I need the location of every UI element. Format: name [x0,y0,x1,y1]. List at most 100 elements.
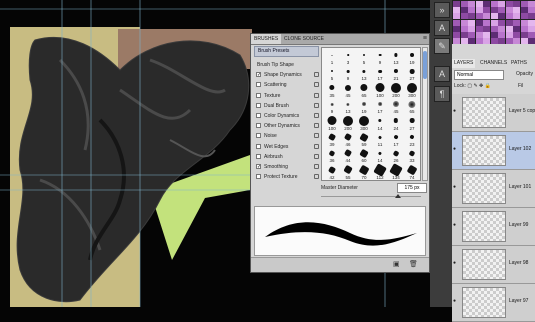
lock-icon[interactable] [314,102,319,108]
color-swatch[interactable] [528,25,535,32]
brush-preset-cell[interactable]: 100 [324,115,340,131]
brush-preset-grid[interactable]: 1 3 5 9 13 19 5 9 13 17 21 27 35 45 65 100 200 300 9 13 19 17… [321,47,421,181]
brush-preset-cell[interactable]: 23 [404,131,420,147]
tab-layers[interactable]: LAYERS [452,59,476,68]
brush-preset-cell[interactable]: 44 [340,147,356,163]
color-swatch[interactable] [468,7,475,14]
brush-preset-cell[interactable]: 74 [404,164,420,180]
lock-icon[interactable]: ▢ ✎ ✥ 🔒 [467,83,491,89]
color-swatch[interactable] [505,7,513,14]
brush-preset-cell[interactable]: 5 [324,65,340,81]
eye-icon[interactable]: ● [453,260,458,266]
color-swatch[interactable] [520,25,528,32]
layer-row[interactable]: ● Layer 102 [452,132,535,170]
brush-preset-cell[interactable]: 134 [388,162,404,180]
brush-preset-cell[interactable]: 13 [356,65,372,81]
blend-mode-select[interactable]: Normal [454,70,504,80]
color-swatch[interactable] [453,19,460,26]
brush-preset-cell[interactable]: 200 [340,115,356,131]
brush-preset-cell[interactable]: 11 [372,131,388,147]
option-checkbox[interactable]: ✓ [256,72,261,78]
color-swatch[interactable] [528,32,535,38]
color-swatch[interactable] [513,32,520,38]
color-swatch[interactable] [520,19,528,26]
brush-preset-cell[interactable]: 65 [404,98,420,114]
color-swatch[interactable] [483,7,490,14]
color-swatch[interactable] [468,32,475,38]
eye-icon[interactable]: ● [453,298,458,304]
brush-preset-cell[interactable]: 9 [372,49,388,65]
brush-preset-cell[interactable]: 13 [340,98,356,114]
brush-preset-cell[interactable]: 60 [356,147,372,163]
new-preset-icon[interactable]: ▣ [393,260,400,268]
lock-icon[interactable] [314,174,319,180]
lock-icon[interactable] [314,92,319,98]
color-swatch[interactable] [520,1,528,7]
brush-preset-cell[interactable]: 200 [388,82,404,98]
color-swatch[interactable] [520,13,528,20]
brush-preset-cell[interactable]: 19 [404,49,420,65]
brush-preset-cell[interactable]: 19 [356,98,372,114]
color-swatch[interactable] [490,32,498,38]
panel-menu-icon[interactable]: ≡ [423,35,427,43]
master-diameter-input[interactable]: 175 px [397,183,427,193]
brush-preset-cell[interactable]: 45 [340,82,356,98]
lock-icon[interactable] [314,163,319,169]
master-diameter-slider[interactable] [321,196,421,197]
brush-preset-cell[interactable]: 39 [324,131,340,147]
color-swatch[interactable] [475,1,483,7]
grid-scrollbar[interactable] [422,47,428,181]
brush-preset-cell[interactable]: 14 [372,115,388,131]
brush-preset-cell[interactable]: 36 [324,147,340,163]
lock-icon[interactable] [314,153,319,159]
option-checkbox[interactable]: ✓ [256,163,261,169]
brush-option-row[interactable]: Scattering [254,80,319,90]
paragraph-icon[interactable]: ¶ [434,86,450,102]
brush-preset-cell[interactable]: 17 [388,131,404,147]
color-swatch[interactable] [468,19,475,26]
brush-option-row[interactable]: ✓ Shape Dynamics [254,70,319,80]
brush-preset-cell[interactable]: 45 [388,98,404,114]
color-swatch[interactable] [528,19,535,26]
color-swatch[interactable] [453,13,460,20]
layer-row[interactable]: ● Layer 98 [452,246,535,284]
brush-preset-cell[interactable]: 70 [356,164,372,180]
color-swatch[interactable] [453,1,460,7]
color-swatch[interactable] [453,25,460,32]
color-swatch[interactable] [505,13,513,20]
lock-icon[interactable] [314,143,319,149]
color-swatch[interactable] [460,19,468,26]
eye-icon[interactable]: ● [453,108,458,114]
color-swatch[interactable] [490,7,498,14]
swatches-panel[interactable] [452,0,535,45]
color-swatch[interactable] [475,13,483,20]
brush-option-row[interactable]: ✓ Smoothing [254,162,319,172]
color-swatch[interactable] [483,1,490,7]
color-swatch[interactable] [498,32,505,38]
brush-option-row[interactable]: Airbrush [254,152,319,162]
color-swatch[interactable] [513,25,520,32]
brush-option-row[interactable]: Other Dynamics [254,121,319,131]
brush-preset-cell[interactable]: 3 [340,49,356,65]
color-swatch[interactable] [468,13,475,20]
trash-icon[interactable]: 🗑 [409,260,418,268]
brush-preset-cell[interactable]: 59 [356,131,372,147]
option-checkbox[interactable] [256,174,261,180]
brush-option-row[interactable]: Noise [254,131,319,141]
color-swatch[interactable] [528,13,535,20]
layer-row[interactable]: ● Layer 97 [452,284,535,322]
color-swatch[interactable] [483,25,490,32]
color-swatch[interactable] [505,25,513,32]
brush-preset-cell[interactable]: 35 [324,82,340,98]
color-swatch[interactable] [468,25,475,32]
lock-icon[interactable] [314,112,319,118]
brush-preset-cell[interactable]: 42 [324,164,340,180]
brush-preset-cell[interactable]: 13 [388,49,404,65]
brush-preset-cell[interactable]: 26 [388,147,404,163]
scrollbar-thumb[interactable] [423,51,427,79]
eye-icon[interactable]: ● [453,146,458,152]
brush-tool-icon[interactable]: ✎ [434,38,450,54]
lock-icon[interactable] [314,123,319,129]
brush-preset-cell[interactable]: 300 [404,82,420,98]
type-tool-icon[interactable]: A [434,66,450,82]
